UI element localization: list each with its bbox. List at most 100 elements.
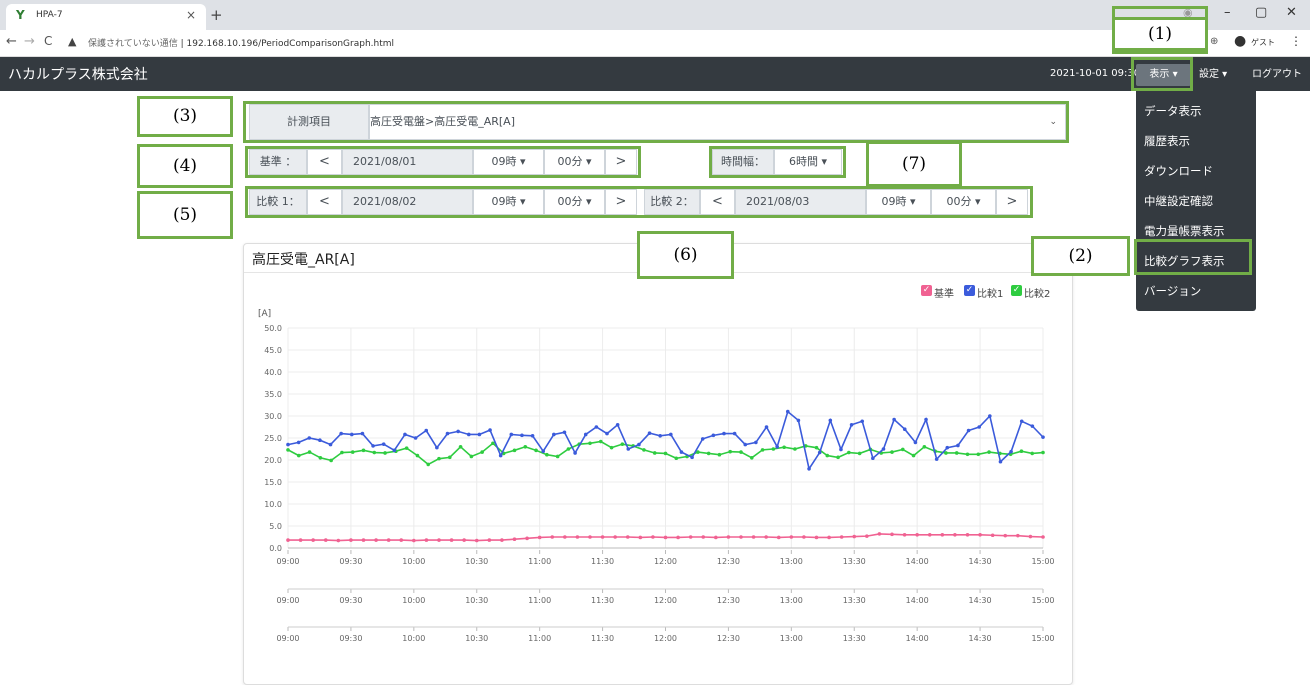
data-point — [424, 538, 429, 542]
data-point — [323, 538, 328, 542]
x-tick-label: 10:00 — [402, 557, 425, 566]
annotation-box-display — [1131, 57, 1193, 91]
data-point — [413, 436, 418, 440]
data-point — [1041, 450, 1045, 455]
data-point — [537, 535, 542, 540]
data-point — [296, 440, 301, 445]
data-point — [588, 535, 592, 539]
x-tick-label: 14:00 — [906, 557, 929, 566]
data-point — [945, 445, 950, 450]
data-point — [911, 453, 916, 458]
data-point — [679, 450, 684, 454]
data-point — [605, 431, 609, 436]
data-point — [477, 432, 482, 437]
data-point — [690, 455, 694, 460]
data-point — [658, 434, 662, 438]
data-point — [404, 446, 409, 450]
data-point — [965, 452, 970, 457]
data-point — [828, 418, 833, 423]
data-point — [626, 447, 631, 451]
data-point — [469, 454, 474, 459]
data-point — [785, 409, 790, 414]
y-tick-label: 45.0 — [264, 346, 282, 355]
data-point — [541, 449, 546, 454]
data-point — [615, 423, 620, 427]
data-point — [764, 535, 768, 539]
data-point — [726, 535, 731, 539]
data-point — [1041, 435, 1045, 439]
y-tick-label: 10.0 — [264, 500, 282, 509]
data-point — [583, 432, 588, 437]
x-tick-label: 11:00 — [528, 634, 551, 643]
data-point — [360, 431, 365, 436]
data-point — [435, 445, 439, 450]
data-point — [555, 454, 560, 459]
data-point — [1030, 424, 1035, 428]
data-point — [927, 533, 932, 537]
annotation-tag-3: (3) — [137, 96, 233, 137]
data-point — [776, 535, 781, 540]
data-point — [739, 450, 743, 454]
annotation-box-comparison — [1134, 239, 1252, 275]
data-point — [988, 414, 992, 418]
data-point — [520, 433, 524, 438]
data-point — [1003, 533, 1008, 538]
data-point — [445, 431, 450, 436]
annotation-tag-1: (1) — [1112, 17, 1208, 51]
data-point — [328, 442, 333, 447]
data-point — [311, 538, 315, 542]
x-tick-label: 11:30 — [591, 634, 614, 643]
data-point — [525, 536, 529, 541]
data-point — [902, 533, 907, 537]
data-point — [743, 442, 748, 447]
data-point — [965, 533, 970, 537]
data-point — [877, 532, 882, 536]
data-point — [651, 535, 655, 539]
x-tick-label: 09:30 — [339, 557, 362, 566]
data-point — [860, 419, 865, 424]
data-point — [775, 445, 779, 449]
data-point — [990, 533, 995, 538]
data-point — [600, 535, 605, 539]
x-tick-label: 13:30 — [843, 557, 866, 566]
data-point — [663, 535, 668, 540]
x-tick-label: 11:00 — [528, 596, 551, 605]
data-point — [839, 447, 843, 452]
data-point — [318, 456, 323, 460]
data-point — [487, 538, 492, 542]
data-point — [638, 535, 643, 540]
data-point — [674, 456, 679, 461]
data-point — [642, 448, 646, 452]
data-point — [722, 431, 726, 436]
data-point — [701, 535, 706, 539]
x-tick-label: 09:00 — [276, 634, 299, 643]
data-point — [399, 538, 404, 542]
annotation-tag-6: (6) — [637, 231, 734, 279]
x-tick-label: 15:00 — [1031, 596, 1054, 605]
data-point — [652, 451, 657, 455]
data-point — [954, 451, 959, 455]
data-point — [437, 538, 441, 542]
data-point — [825, 453, 830, 458]
annotation-box-3 — [243, 101, 1069, 143]
data-point — [839, 535, 844, 539]
data-point — [613, 535, 617, 539]
data-point — [764, 425, 769, 429]
data-point — [392, 448, 397, 453]
data-point — [424, 428, 429, 433]
data-point — [381, 442, 386, 446]
x-tick-label: 15:00 — [1031, 557, 1054, 566]
data-point — [371, 444, 375, 448]
data-point — [374, 538, 378, 542]
data-point — [966, 428, 971, 433]
y-tick-label: 30.0 — [264, 412, 282, 421]
x-tick-label: 10:00 — [402, 634, 425, 643]
data-point — [793, 447, 797, 451]
data-point — [403, 432, 407, 437]
data-point — [620, 442, 625, 446]
data-point — [386, 538, 391, 542]
data-point — [426, 462, 431, 467]
data-point — [976, 452, 981, 457]
data-point — [714, 535, 718, 540]
data-point — [890, 450, 894, 454]
